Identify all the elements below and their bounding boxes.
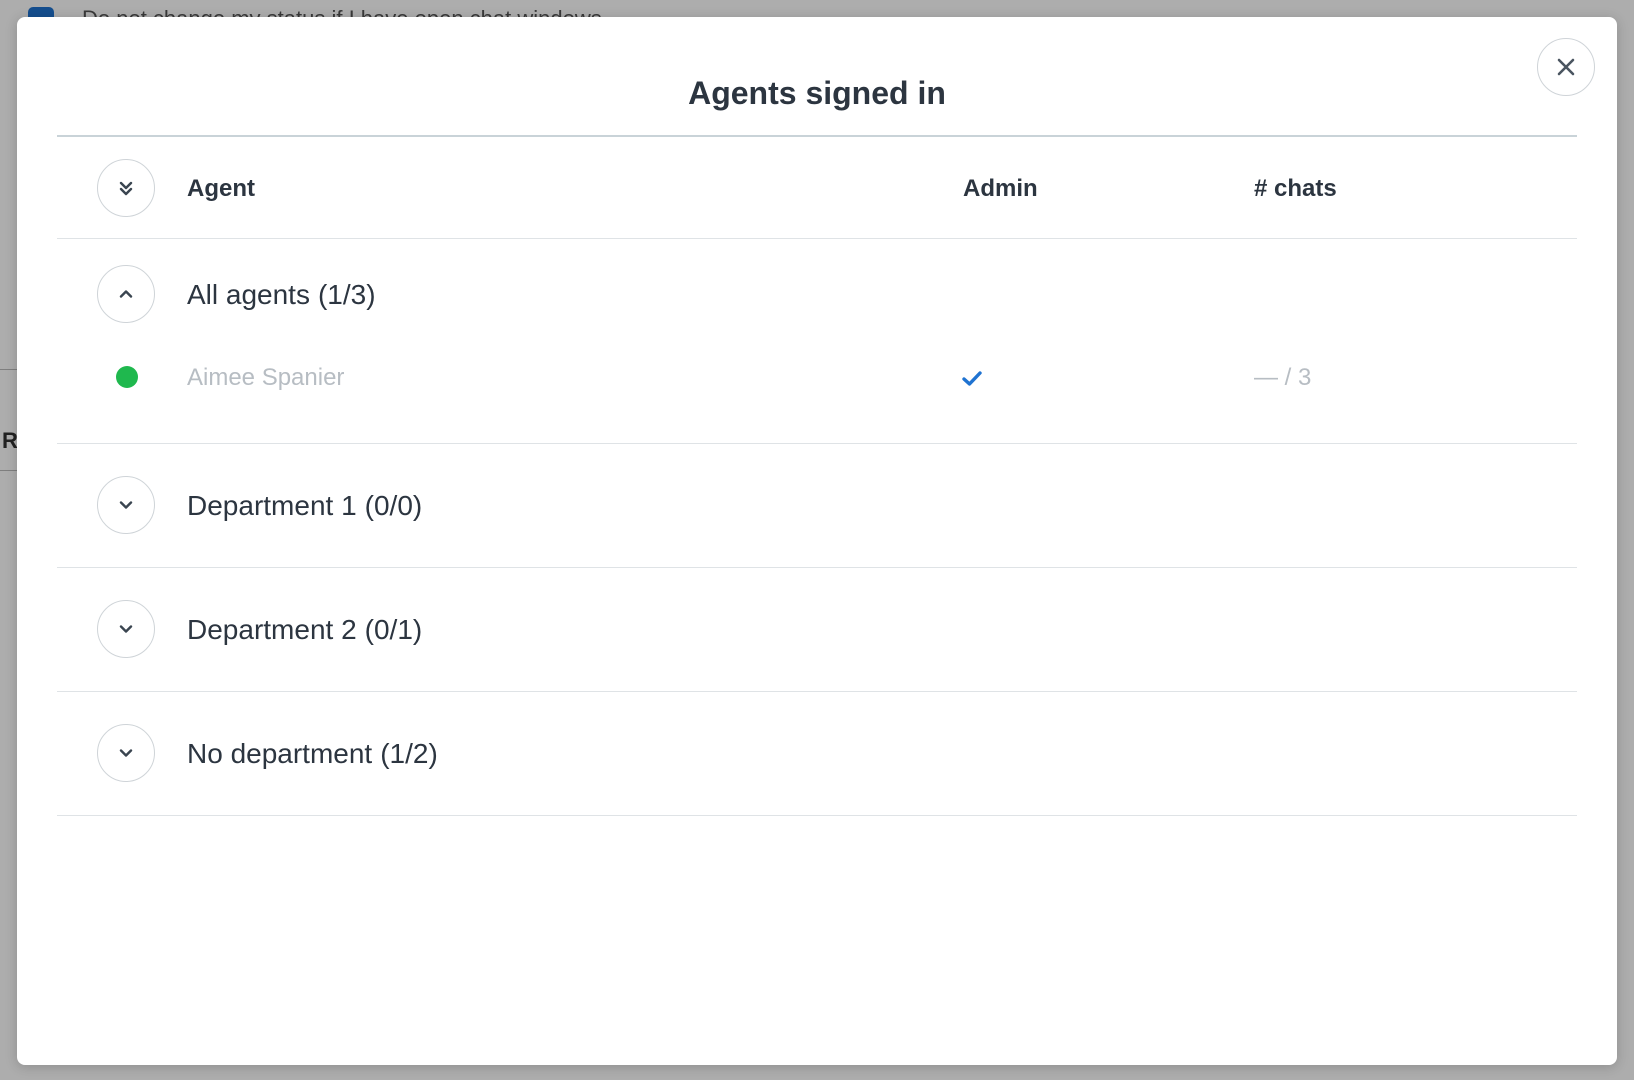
- expand-group-button[interactable]: [97, 476, 155, 534]
- online-status-icon: [116, 366, 138, 388]
- chevron-up-icon: [119, 290, 133, 298]
- group-department-1: Department 1 (0/0): [57, 444, 1577, 568]
- close-icon: [1557, 58, 1575, 76]
- group-label[interactable]: All agents (1/3): [187, 279, 376, 311]
- expand-all-button[interactable]: [97, 159, 155, 217]
- close-button[interactable]: [1537, 38, 1595, 96]
- chevron-down-icon: [119, 625, 133, 633]
- expand-group-button[interactable]: [97, 724, 155, 782]
- table-header: Agent Admin # chats: [57, 137, 1577, 239]
- admin-check-icon: [962, 371, 982, 386]
- group-count: (1/3): [317, 279, 376, 310]
- group-count: (1/2): [380, 738, 438, 769]
- column-header-chats[interactable]: # chats: [1254, 175, 1337, 203]
- double-chevron-down-icon: [119, 181, 133, 196]
- column-header-agent[interactable]: Agent: [187, 175, 255, 203]
- agents-signed-in-modal: Agents signed in Agent Admin # chats All…: [17, 17, 1617, 1065]
- group-name: Department 1: [187, 490, 357, 521]
- column-header-admin[interactable]: Admin: [963, 175, 1038, 203]
- group-all-agents: All agents (1/3) Aimee Spanier — / 3: [57, 239, 1577, 444]
- group-count: (0/0): [364, 490, 423, 521]
- group-count: (0/1): [364, 614, 423, 645]
- group-department-2: Department 2 (0/1): [57, 568, 1577, 692]
- group-label[interactable]: Department 2 (0/1): [187, 614, 422, 646]
- agent-name[interactable]: Aimee Spanier: [187, 364, 344, 392]
- expand-group-button[interactable]: [97, 600, 155, 658]
- group-no-department: No department (1/2): [57, 692, 1577, 816]
- group-label[interactable]: No department (1/2): [187, 738, 438, 770]
- modal-title: Agents signed in: [688, 75, 946, 111]
- collapse-group-button[interactable]: [97, 265, 155, 323]
- agent-chat-count: — / 3: [1254, 364, 1312, 391]
- group-name: Department 2: [187, 614, 357, 645]
- chevron-down-icon: [119, 749, 133, 757]
- group-label[interactable]: Department 1 (0/0): [187, 490, 422, 522]
- chevron-down-icon: [119, 501, 133, 509]
- group-name: All agents: [187, 279, 310, 310]
- group-name: No department: [187, 738, 373, 769]
